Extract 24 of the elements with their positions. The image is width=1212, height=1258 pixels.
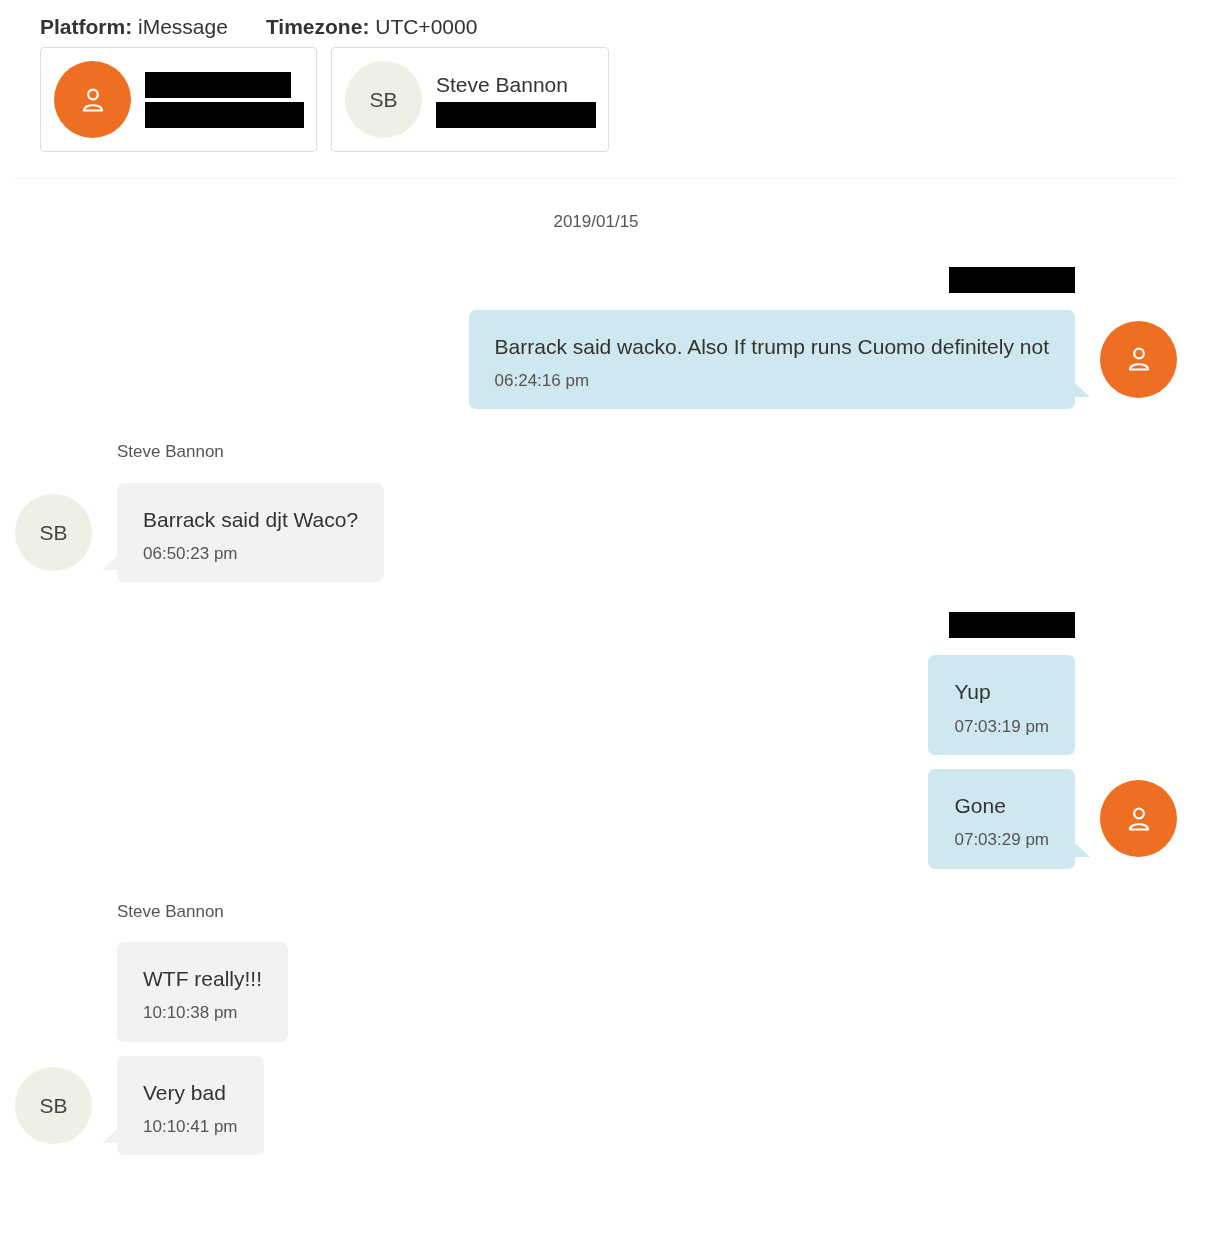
date-label: 2019/01/15: [553, 212, 639, 232]
person-icon: [1127, 806, 1150, 831]
sender-name: Steve Bannon: [117, 441, 224, 464]
message-text: Barrack said wacko. Also If trump runs Cuomo definitely not: [494, 333, 1049, 359]
message-time: 06:24:16 pm: [494, 370, 591, 392]
message-time: 06:50:23 pm: [143, 543, 239, 565]
message-text: Barrack said djt Waco?: [143, 506, 359, 532]
initials-avatar: SB: [345, 61, 422, 139]
message-text: Gone: [954, 792, 1007, 819]
message-text: WTF really!!!: [143, 966, 262, 992]
person-icon: [81, 87, 104, 112]
platform-label: Platform: iMessage: [40, 14, 228, 40]
initials-avatar: SB: [15, 494, 92, 572]
message-time: 10:10:41 pm: [143, 1116, 238, 1138]
message-time: 07:03:29 pm: [954, 830, 1049, 851]
initials-avatar: SB: [15, 1066, 92, 1144]
message-time: 07:03:19 pm: [954, 716, 1049, 737]
sender-name: Steve Bannon: [117, 900, 224, 923]
message-text: Yup: [954, 679, 992, 705]
person-icon: [1127, 347, 1150, 372]
participant-name: Steve Bannon: [436, 71, 569, 98]
message-text: Very bad: [143, 1079, 227, 1105]
header-label: Timezone: UTC+0000: [265, 14, 478, 40]
message-time: 10:10:38 pm: [143, 1003, 239, 1024]
